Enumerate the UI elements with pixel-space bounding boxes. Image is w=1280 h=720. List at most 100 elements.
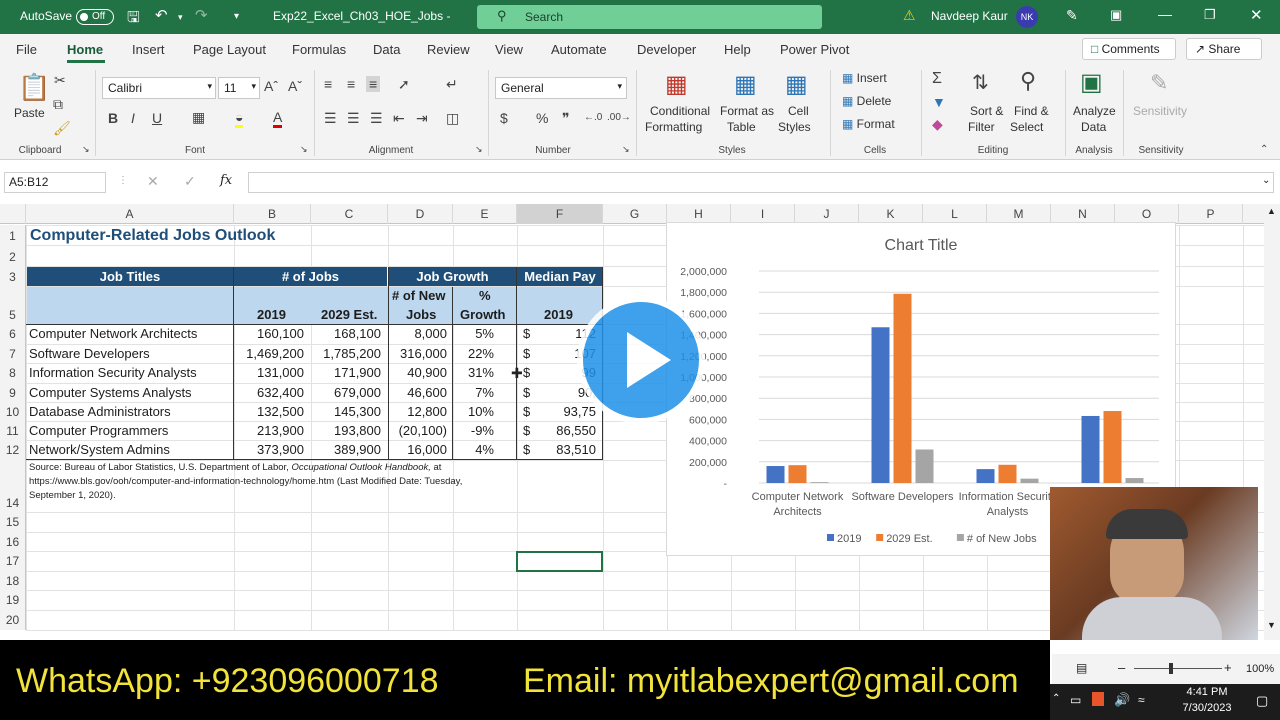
source-note[interactable]: Source: Bureau of Labor Statistics, U.S.…: [29, 461, 519, 503]
job-title-cell[interactable]: Computer Programmers: [29, 423, 168, 438]
font-name-select[interactable]: Calibri ▾: [102, 77, 216, 99]
subheader-new-jobs[interactable]: # of New: [392, 288, 445, 303]
col-header-e[interactable]: E: [453, 204, 517, 224]
increase-indent-icon[interactable]: ⇥: [416, 110, 428, 127]
align-right-icon[interactable]: ☰: [370, 110, 383, 127]
page-layout-icon[interactable]: ▤: [1076, 661, 1087, 675]
conditional-label[interactable]: Conditional: [650, 104, 710, 118]
fill-icon[interactable]: ▼: [932, 94, 946, 110]
col-header-m[interactable]: M: [987, 204, 1051, 224]
zoom-out-icon[interactable]: –: [1118, 660, 1125, 675]
pct-growth-cell[interactable]: 22%: [468, 346, 494, 361]
tab-power-pivot[interactable]: Power Pivot: [780, 42, 849, 57]
analyze-data-icon[interactable]: ▣: [1080, 68, 1103, 97]
underline-icon[interactable]: U: [152, 110, 162, 126]
row-header[interactable]: 16: [0, 532, 26, 551]
jobs-2029-cell[interactable]: 679,000: [334, 385, 381, 400]
clear-icon[interactable]: ◆: [932, 116, 943, 133]
sort-filter-icon[interactable]: ⇅: [972, 70, 989, 95]
copy-icon[interactable]: ⧉: [53, 96, 63, 113]
row-header[interactable]: 17: [0, 551, 26, 571]
row-header[interactable]: 7: [0, 344, 26, 363]
paste-label[interactable]: Paste: [14, 106, 45, 120]
col-header-a[interactable]: A: [26, 204, 234, 224]
warning-icon[interactable]: ⚠: [903, 7, 916, 24]
jobs-2019-cell[interactable]: 132,500: [257, 404, 304, 419]
pct-growth-cell[interactable]: 7%: [475, 385, 494, 400]
jobs-2019-cell[interactable]: 131,000: [257, 365, 304, 380]
decrease-decimal-icon[interactable]: .00→: [607, 112, 631, 123]
median-pay-cell[interactable]: 83,510: [556, 442, 596, 457]
autosave-toggle[interactable]: Off: [76, 9, 114, 25]
collapse-ribbon-icon[interactable]: ⌃: [1260, 144, 1268, 155]
tab-automate[interactable]: Automate: [551, 42, 607, 57]
format-painter-icon[interactable]: 🖌: [53, 120, 71, 137]
delete-cells-button[interactable]: ▦ Delete: [842, 94, 891, 108]
new-jobs-cell[interactable]: 46,600: [407, 385, 447, 400]
battery-icon[interactable]: ▭: [1070, 693, 1081, 707]
row-header[interactable]: 15: [0, 512, 26, 532]
pct-growth-cell[interactable]: 5%: [475, 326, 494, 341]
borders-icon[interactable]: ▦: [192, 109, 205, 126]
jobs-2029-cell[interactable]: 1,785,200: [323, 346, 381, 361]
data-label[interactable]: Data: [1081, 120, 1106, 134]
header-job-titles[interactable]: Job Titles: [27, 267, 233, 286]
bold-icon[interactable]: B: [108, 110, 118, 126]
undo-dropdown-icon[interactable]: ▾: [178, 12, 183, 23]
col-header-j[interactable]: J: [795, 204, 859, 224]
row-header[interactable]: 20: [0, 610, 26, 630]
alignment-launcher-icon[interactable]: ↘: [475, 144, 483, 155]
taskbar-date[interactable]: 7/30/2023: [1164, 702, 1250, 714]
comments-button[interactable]: □ Comments: [1082, 38, 1176, 60]
number-launcher-icon[interactable]: ↘: [622, 144, 630, 155]
jobs-2019-cell[interactable]: 1,469,200: [246, 346, 304, 361]
select-label[interactable]: Select: [1010, 120, 1043, 134]
taskbar-time[interactable]: 4:41 PM: [1170, 686, 1244, 698]
insert-cells-button[interactable]: ▦ Insert: [842, 71, 887, 85]
select-all-corner[interactable]: [0, 204, 26, 224]
sheet-title[interactable]: Computer-Related Jobs Outlook: [30, 227, 275, 245]
jobs-2029-cell[interactable]: 171,900: [334, 365, 381, 380]
undo-icon[interactable]: ↶: [155, 6, 168, 24]
currency-cell[interactable]: $: [523, 365, 530, 380]
job-title-cell[interactable]: Database Administrators: [29, 404, 171, 419]
jobs-2029-cell[interactable]: 193,800: [334, 423, 381, 438]
row-header[interactable]: 2: [0, 245, 26, 266]
increase-font-icon[interactable]: Aˆ: [264, 78, 278, 94]
customize-qat-icon[interactable]: ▾: [234, 11, 239, 22]
col-header-b[interactable]: B: [234, 204, 311, 224]
col-header-i[interactable]: I: [731, 204, 795, 224]
vertical-scrollbar[interactable]: ▲ ▼: [1264, 204, 1280, 640]
tab-help[interactable]: Help: [724, 42, 751, 57]
pct-growth-cell[interactable]: 4%: [475, 442, 494, 457]
save-icon[interactable]: 🖫: [127, 7, 140, 32]
currency-cell[interactable]: $: [523, 385, 530, 400]
formatting-label[interactable]: Formatting: [645, 120, 702, 134]
user-name[interactable]: Navdeep Kaur: [931, 9, 1008, 23]
col-header-d[interactable]: D: [388, 204, 453, 224]
minimize-icon[interactable]: —: [1158, 6, 1172, 22]
currency-cell[interactable]: $: [523, 326, 530, 341]
job-title-cell[interactable]: Software Developers: [29, 346, 150, 361]
col-header-f[interactable]: F: [517, 204, 603, 224]
row-header[interactable]: 19: [0, 590, 26, 610]
row-header[interactable]: 9: [0, 383, 26, 402]
col-header-g[interactable]: G: [603, 204, 667, 224]
currency-icon[interactable]: $: [500, 110, 508, 126]
orientation-icon[interactable]: ➚: [398, 76, 410, 93]
paste-icon[interactable]: 📋: [18, 72, 50, 103]
col-header-k[interactable]: K: [859, 204, 923, 224]
row-header[interactable]: 1: [0, 225, 26, 245]
play-button[interactable]: [577, 296, 705, 424]
row-header[interactable]: 3: [0, 266, 26, 286]
jobs-2029-cell[interactable]: 145,300: [334, 404, 381, 419]
new-jobs-cell[interactable]: 40,900: [407, 365, 447, 380]
formula-input[interactable]: [248, 172, 1274, 193]
insert-function-icon[interactable]: fx: [220, 173, 232, 188]
number-format-select[interactable]: General ▾: [495, 77, 627, 99]
new-jobs-cell[interactable]: 316,000: [400, 346, 447, 361]
file-name[interactable]: Exp22_Excel_Ch03_HOE_Jobs -: [273, 9, 450, 23]
table-label[interactable]: Table: [727, 120, 756, 134]
tab-page-layout[interactable]: Page Layout: [193, 42, 266, 57]
col-header-l[interactable]: L: [923, 204, 987, 224]
